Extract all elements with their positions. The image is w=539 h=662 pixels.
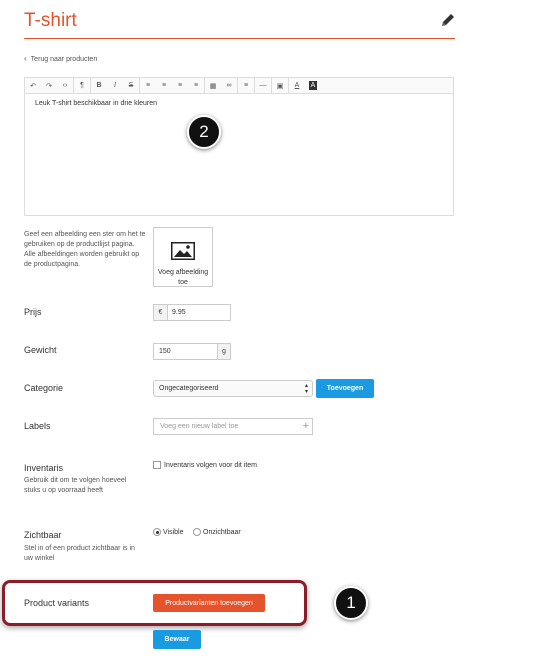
inventory-checkbox[interactable] <box>153 461 161 469</box>
page-title: T-shirt <box>24 10 77 31</box>
weight-label: Gewicht <box>24 345 57 355</box>
indent-icon[interactable]: ≡ <box>188 82 204 89</box>
redo-icon[interactable]: ↷ <box>41 82 57 90</box>
font-color-icon[interactable]: A <box>289 82 305 89</box>
inventory-checkbox-row[interactable]: Inventaris volgen voor dit item <box>153 461 257 469</box>
price-input[interactable]: 9.95 <box>167 304 231 321</box>
back-link-label: Terug naar producten <box>30 56 98 63</box>
currency-addon: € <box>153 304 168 321</box>
inventory-help-text: Gebruik dit om te volgen hoeveel stuks u… <box>24 477 127 494</box>
select-arrows-icon: ▴ ▾ <box>304 383 308 395</box>
code-icon[interactable]: ‹› <box>57 82 73 89</box>
image-icon[interactable]: ▣ <box>272 82 288 90</box>
visibility-option-invisible: Onzichtbaar <box>203 528 241 536</box>
image-help-text: Geef een afbeelding een ster om het te g… <box>24 231 146 268</box>
italic-icon[interactable]: I <box>107 82 123 89</box>
label-input[interactable]: Voeg een nieuw label toe + <box>153 418 313 435</box>
inventory-label: Inventaris <box>24 463 64 473</box>
back-link[interactable]: ‹ Terug naar producten <box>24 54 97 63</box>
add-image-button[interactable]: Voeg afbeelding toe <box>153 227 213 287</box>
visibility-help-text: Stel in of een product zichtbaar is in u… <box>24 545 135 562</box>
link-icon[interactable]: ∞ <box>221 82 237 89</box>
visibility-option-visible: Visible <box>163 528 184 536</box>
inventory-checkbox-label: Inventaris volgen voor dit item <box>164 461 257 469</box>
weight-unit-addon: g <box>217 343 231 360</box>
align-icon[interactable]: ≡ <box>238 82 254 89</box>
bold-icon[interactable]: B <box>91 82 107 89</box>
chevron-left-icon: ‹ <box>24 54 27 63</box>
category-select[interactable]: Ongecategoriseerd ▴ ▾ <box>153 380 313 397</box>
editor-toolbar: ↶ ↷ ‹› ¶ B I S ≡ ≡ ≡ ≡ ▦ ∞ ≡ — ▣ A A <box>25 78 453 94</box>
editor-content[interactable]: Leuk T-shirt beschikbaar in drie kleuren <box>35 100 157 107</box>
bullet-list-icon[interactable]: ≡ <box>140 82 156 89</box>
add-category-button[interactable]: Toevoegen <box>316 379 374 398</box>
paragraph-icon[interactable]: ¶ <box>74 82 90 89</box>
callout-badge-1: 1 <box>334 586 368 620</box>
description-editor[interactable]: ↶ ↷ ‹› ¶ B I S ≡ ≡ ≡ ≡ ▦ ∞ ≡ — ▣ A A Leu… <box>24 77 454 216</box>
price-label: Prijs <box>24 307 42 317</box>
radio-unselected-icon[interactable] <box>193 528 201 536</box>
labels-label: Labels <box>24 421 51 431</box>
label-input-placeholder: Voeg een nieuw label toe <box>160 423 239 430</box>
horizontal-rule-icon[interactable]: — <box>255 82 271 89</box>
category-label: Categorie <box>24 383 64 393</box>
add-image-label: Voeg afbeelding toe <box>157 269 209 286</box>
title-divider <box>24 38 455 39</box>
visibility-radio-invisible[interactable]: Onzichtbaar <box>193 528 241 536</box>
image-placeholder-icon <box>171 242 195 260</box>
variants-highlight-box <box>2 580 307 626</box>
outdent-icon[interactable]: ≡ <box>172 82 188 89</box>
table-icon[interactable]: ▦ <box>205 82 221 90</box>
undo-icon[interactable]: ↶ <box>25 82 41 90</box>
visibility-label: Zichtbaar <box>24 530 62 540</box>
callout-badge-2: 2 <box>187 115 221 149</box>
save-button[interactable]: Bewaar <box>153 630 201 649</box>
background-color-icon[interactable]: A <box>309 81 317 90</box>
numbered-list-icon[interactable]: ≡ <box>156 82 172 89</box>
visibility-radio-visible[interactable]: Visible <box>153 528 184 536</box>
pencil-icon[interactable] <box>440 12 456 28</box>
radio-selected-icon[interactable] <box>153 528 161 536</box>
plus-icon[interactable]: + <box>303 420 309 432</box>
category-selected-value: Ongecategoriseerd <box>159 385 219 392</box>
weight-input[interactable]: 150 <box>153 343 218 360</box>
strikethrough-icon[interactable]: S <box>123 82 139 89</box>
